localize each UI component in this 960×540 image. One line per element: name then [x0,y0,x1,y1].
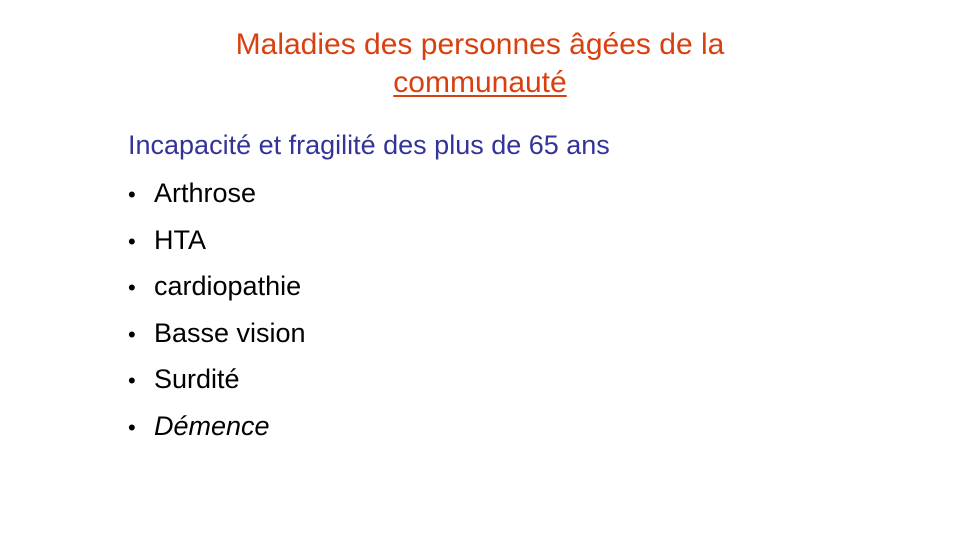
slide-subtitle: Incapacité et fragilité des plus de 65 a… [128,130,610,160]
title-line-1: Maladies des personnes âgées de la [235,28,725,61]
bullet-item-arthrose: • Arthrose [128,176,306,223]
bullet-dot: • [128,182,136,207]
bullet-item-surdite: • Surdité [128,362,306,409]
bullet-text: HTA [154,224,206,255]
bullet-item-cardiopathie: • cardiopathie [128,269,306,316]
bullet-text: Arthrose [154,178,257,208]
bullet-text: Basse vision [154,317,306,348]
bullet-text: Démence [154,410,270,441]
bullet-item-demence: • Démence [128,409,306,456]
bullet-dot: • [128,368,136,393]
bullet-dot: • [128,414,136,440]
bullet-dot: • [128,275,136,300]
title-line-2: communauté [393,66,567,99]
bullet-list: • Arthrose • HTA • cardiopathie • Basse … [128,176,306,455]
bullet-dot: • [128,321,136,347]
slide-title: Maladies des personnes âgées de la commu… [0,26,960,102]
bullet-text: Surdité [154,364,240,394]
bullet-item-hta: • HTA [128,223,306,270]
bullet-item-basse-vision: • Basse vision [128,316,306,363]
bullet-text: cardiopathie [154,271,302,301]
slide: Maladies des personnes âgées de la commu… [0,0,960,540]
bullet-dot: • [128,228,136,254]
